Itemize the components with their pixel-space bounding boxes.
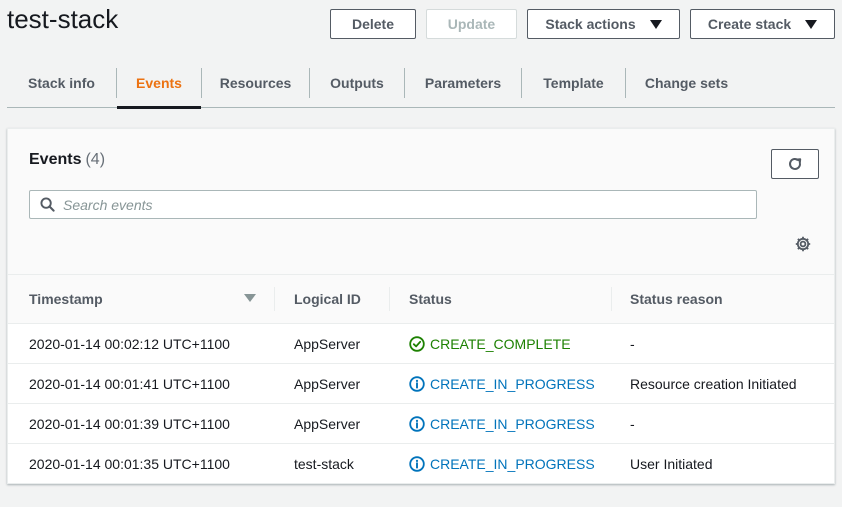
status-cell: CREATE_COMPLETE: [409, 324, 571, 364]
column-header-timestamp[interactable]: Timestamp: [29, 275, 103, 323]
events-title-text: Events: [29, 151, 82, 168]
status-cell: CREATE_IN_PROGRESS: [409, 444, 595, 484]
search-icon: [40, 197, 55, 212]
logical-id-cell: AppServer: [294, 376, 361, 392]
logical-id-cell: AppServer: [294, 416, 361, 432]
timestamp-cell: 2020-01-14 00:01:39 UTC+1100: [29, 416, 230, 432]
column-header-logical-id[interactable]: Logical ID: [294, 275, 361, 323]
info-circle-icon: [409, 416, 425, 432]
create-stack-button[interactable]: Create stack: [690, 9, 835, 39]
table-row: 2020-01-14 00:01:39 UTC+1100 AppServer C…: [8, 404, 834, 444]
tab-events[interactable]: Events: [117, 58, 201, 109]
create-stack-label: Create stack: [707, 16, 792, 32]
search-input[interactable]: [63, 196, 723, 213]
tab-parameters[interactable]: Parameters: [405, 58, 521, 108]
column-divider: [274, 287, 275, 311]
stack-actions-button[interactable]: Stack actions: [527, 9, 680, 39]
tab-change-sets[interactable]: Change sets: [626, 58, 747, 108]
check-circle-icon: [409, 336, 425, 352]
column-divider: [389, 287, 390, 311]
caret-down-icon: [805, 19, 818, 29]
status-text: CREATE_IN_PROGRESS: [430, 376, 595, 392]
table-row: 2020-01-14 00:01:41 UTC+1100 AppServer C…: [8, 364, 834, 404]
delete-button[interactable]: Delete: [330, 9, 416, 39]
logical-id-cell: test-stack: [294, 456, 354, 472]
column-header-status[interactable]: Status: [409, 275, 452, 323]
status-text: CREATE_COMPLETE: [430, 336, 571, 352]
column-header-status-reason[interactable]: Status reason: [630, 275, 723, 323]
table-row: 2020-01-14 00:02:12 UTC+1100 AppServer C…: [8, 324, 834, 364]
gear-icon[interactable]: [794, 235, 812, 253]
logical-id-cell: AppServer: [294, 336, 361, 352]
page-title: test-stack: [7, 4, 119, 34]
timestamp-cell: 2020-01-14 00:02:12 UTC+1100: [29, 336, 230, 352]
status-reason-cell: -: [630, 416, 635, 432]
events-panel-header: Events (4): [8, 129, 834, 324]
timestamp-cell: 2020-01-14 00:01:35 UTC+1100: [29, 456, 230, 472]
events-title: Events (4): [29, 151, 105, 169]
events-count: (4): [85, 151, 106, 168]
column-divider: [611, 287, 612, 311]
status-text: CREATE_IN_PROGRESS: [430, 456, 595, 472]
events-panel: Events(4) Timestamp Logical ID: [7, 128, 835, 484]
stack-tabs: Stack info Events Resources Outputs Para…: [7, 58, 835, 109]
sort-descending-icon[interactable]: [244, 294, 256, 302]
status-reason-cell: -: [630, 336, 635, 352]
tab-stack-info[interactable]: Stack info: [7, 58, 116, 108]
refresh-icon: [789, 157, 802, 170]
status-cell: CREATE_IN_PROGRESS: [409, 404, 595, 444]
refresh-button[interactable]: [771, 149, 819, 179]
caret-down-icon: [649, 19, 662, 29]
stack-actions-label: Stack actions: [545, 16, 636, 32]
info-circle-icon: [409, 376, 425, 392]
search-box: [29, 190, 757, 219]
update-button[interactable]: Update: [426, 9, 517, 39]
info-circle-icon: [409, 456, 425, 472]
table-row: 2020-01-14 00:01:35 UTC+1100 test-stack …: [8, 444, 834, 484]
timestamp-cell: 2020-01-14 00:01:41 UTC+1100: [29, 376, 230, 392]
status-reason-cell: Resource creation Initiated: [630, 376, 797, 392]
status-text: CREATE_IN_PROGRESS: [430, 416, 595, 432]
tab-outputs[interactable]: Outputs: [310, 58, 404, 108]
status-reason-cell: User Initiated: [630, 456, 713, 472]
tab-resources[interactable]: Resources: [202, 58, 309, 108]
status-cell: CREATE_IN_PROGRESS: [409, 364, 595, 404]
tab-template[interactable]: Template: [522, 58, 625, 108]
